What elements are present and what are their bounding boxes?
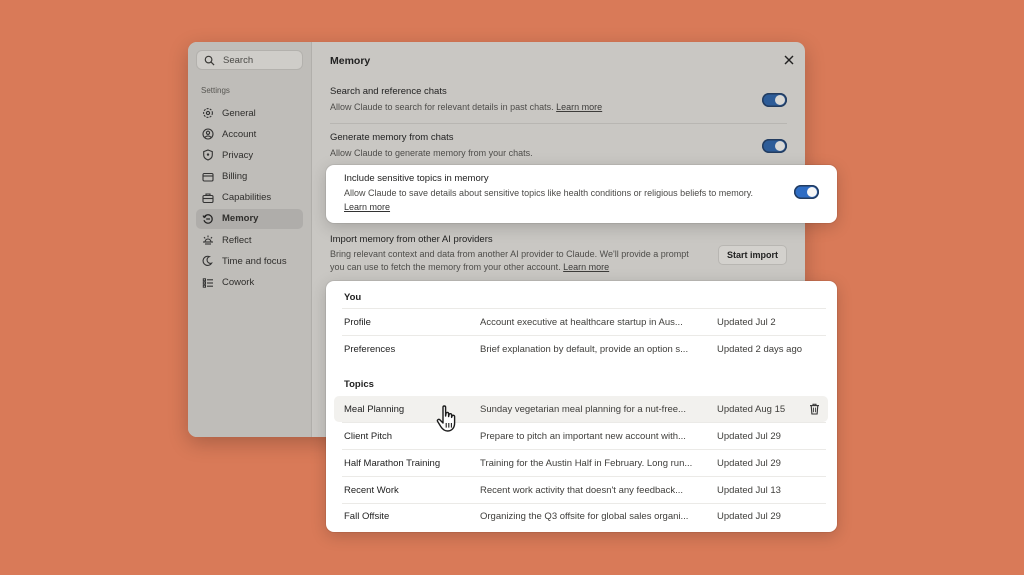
memory-row-updated: Updated Jul 29: [717, 457, 781, 469]
memory-row-name: Profile: [344, 316, 371, 328]
close-icon[interactable]: [783, 54, 795, 66]
memory-row-name: Fall Offsite: [344, 510, 390, 522]
sidebar: Search Settings General Account Privacy …: [188, 42, 312, 437]
sidebar-item-general[interactable]: General: [196, 103, 303, 123]
memory-row-desc: Brief explanation by default, provide an…: [480, 343, 689, 355]
memory-row-profile[interactable]: Profile Account executive at healthcare …: [334, 309, 828, 335]
sensitive-topics-card: Include sensitive topics in memory Allow…: [326, 165, 837, 223]
sidebar-item-label: Memory: [222, 213, 259, 225]
memory-row-name: Recent Work: [344, 484, 399, 496]
memory-row-desc: Prepare to pitch an important new accoun…: [480, 430, 686, 442]
setting-title: Include sensitive topics in memory: [344, 173, 489, 184]
setting-description: Allow Claude to generate memory from you…: [330, 148, 533, 158]
gear-icon: [203, 108, 213, 118]
memory-row-updated: Updated Aug 15: [717, 403, 786, 415]
trash-icon: [809, 403, 819, 415]
memory-row-preferences[interactable]: Preferences Brief explanation by default…: [334, 336, 828, 362]
learn-more-link[interactable]: Learn more: [344, 202, 390, 212]
divider: [330, 123, 787, 124]
generate-memory-toggle[interactable]: [762, 139, 787, 153]
list-icon: [202, 277, 213, 288]
memory-row-name: Half Marathon Training: [344, 457, 441, 469]
sidebar-item-label: General: [222, 107, 256, 119]
setting-description: Allow Claude to save details about sensi…: [344, 188, 754, 212]
search-input[interactable]: Search: [196, 50, 303, 70]
memory-row-updated: Updated Jul 13: [717, 484, 781, 496]
learn-more-link[interactable]: Learn more: [556, 102, 602, 112]
sidebar-item-label: Time and focus: [222, 255, 287, 267]
memory-row-updated: Updated Jul 29: [717, 510, 781, 522]
memory-row-fall-offsite[interactable]: Fall Offsite Organizing the Q3 offsite f…: [334, 503, 828, 529]
memory-list-card: You Profile Account executive at healthc…: [326, 281, 837, 532]
memory-row-desc: Training for the Austin Half in February…: [480, 457, 693, 469]
settings-section-label: Settings: [201, 86, 230, 95]
briefcase-icon: [202, 193, 214, 203]
setting-title: Generate memory from chats: [330, 132, 454, 143]
memory-row-updated: Updated Jul 2: [717, 316, 776, 328]
page-title: Memory: [330, 55, 371, 67]
sidebar-item-memory[interactable]: Memory: [196, 208, 303, 229]
sidebar-item-reflect[interactable]: Reflect: [196, 230, 303, 250]
sidebar-item-cowork[interactable]: Cowork: [196, 273, 303, 293]
memory-row-desc: Organizing the Q3 offsite for global sal…: [480, 510, 689, 522]
sidebar-item-billing[interactable]: Billing: [196, 167, 303, 187]
memory-row-desc: Sunday vegetarian meal planning for a nu…: [480, 403, 686, 415]
generate-memory-setting: Generate memory from chats Allow Claude …: [330, 132, 787, 160]
search-icon: [204, 55, 215, 66]
clock-icon: [202, 256, 213, 267]
sensitive-topics-toggle[interactable]: [794, 185, 819, 199]
user-circle-icon: [202, 128, 214, 140]
sidebar-item-label: Reflect: [222, 234, 252, 246]
memory-icon: [202, 214, 213, 224]
sidebar-item-label: Account: [222, 128, 257, 140]
setting-title: Search and reference chats: [330, 86, 447, 97]
setting-description: Bring relevant context and data from ano…: [330, 249, 689, 273]
search-placeholder: Search: [223, 54, 254, 66]
setting-title: Import memory from other AI providers: [330, 234, 493, 245]
sidebar-item-privacy[interactable]: Privacy: [196, 145, 303, 165]
learn-more-link[interactable]: Learn more: [563, 262, 609, 272]
memory-row-client-pitch[interactable]: Client Pitch Prepare to pitch an importa…: [334, 423, 828, 449]
memory-row-desc: Recent work activity that doesn't any fe…: [480, 484, 684, 496]
memory-row-recent-work[interactable]: Recent Work Recent work activity that do…: [334, 477, 828, 503]
sidebar-item-label: Capabilities: [222, 192, 272, 204]
search-chats-toggle[interactable]: [762, 93, 787, 107]
sidebar-item-label: Privacy: [222, 149, 254, 161]
memory-row-updated: Updated 2 days ago: [717, 343, 803, 355]
memory-row-meal-planning[interactable]: Meal Planning Sunday vegetarian meal pla…: [334, 396, 828, 422]
card-icon: [202, 172, 214, 182]
shield-icon: [203, 149, 213, 161]
setting-description: Allow Claude to search for relevant deta…: [330, 102, 603, 112]
start-import-button[interactable]: Start import: [718, 245, 787, 265]
sidebar-nav: General Account Privacy Billing Capabili…: [196, 103, 303, 294]
memory-row-half-marathon-training[interactable]: Half Marathon Training Training for the …: [334, 450, 828, 476]
memory-row-updated: Updated Jul 29: [717, 430, 781, 442]
sidebar-item-time-and-focus[interactable]: Time and focus: [196, 251, 303, 271]
import-memory-setting: Import memory from other AI providers Br…: [330, 234, 695, 274]
you-section-label: You: [344, 292, 362, 303]
sun-icon: [203, 235, 213, 245]
topics-section-label: Topics: [344, 379, 374, 390]
memory-row-desc: Account executive at healthcare startup …: [480, 316, 683, 328]
sidebar-item-label: Cowork: [222, 277, 255, 288]
search-chats-setting: Search and reference chats Allow Claude …: [330, 86, 787, 114]
hand-cursor-icon: [436, 405, 456, 432]
delete-button[interactable]: [805, 402, 823, 416]
sidebar-item-capabilities[interactable]: Capabilities: [196, 188, 303, 208]
sidebar-item-account[interactable]: Account: [196, 124, 303, 144]
memory-row-name: Preferences: [344, 343, 396, 355]
sidebar-item-label: Billing: [222, 171, 248, 183]
